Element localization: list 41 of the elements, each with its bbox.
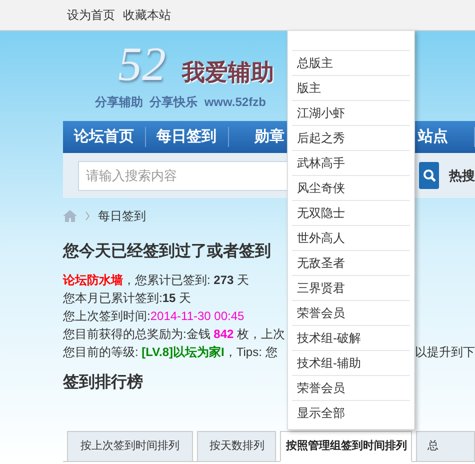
top-link[interactable]: 设为首页 bbox=[67, 6, 115, 24]
logo-number: 52 bbox=[118, 43, 166, 87]
menu-item[interactable]: 三界贤君 bbox=[292, 275, 410, 300]
menu-item[interactable]: 荣誉会员 bbox=[292, 300, 410, 325]
menu-item[interactable]: 技术组-辅助 bbox=[292, 350, 410, 375]
nav-link[interactable]: 站点 bbox=[418, 126, 448, 148]
stat-line-tail: 以提升到下 bbox=[415, 344, 475, 361]
hot-search-label: 热搜 bbox=[449, 166, 475, 185]
stat-line: 论坛防水墙，您累计已签到: 273 天 bbox=[63, 272, 250, 289]
logo-slogan: 分享辅助 分享快乐 www.52fzb bbox=[95, 94, 267, 111]
status-heading: 您今天已经签到过了或者签到 bbox=[63, 242, 271, 262]
menu-item[interactable]: 技术组-破解 bbox=[292, 325, 410, 350]
stat-line: 您目前获得的总奖励为:金钱 842 枚，上次 bbox=[63, 326, 286, 343]
nav-link[interactable]: 每日签到 bbox=[156, 126, 217, 148]
menu-item[interactable]: 江湖小虾 bbox=[292, 100, 410, 125]
menu-item[interactable]: 显示全部 bbox=[292, 400, 410, 425]
logo-title: 我爱辅助 bbox=[182, 58, 274, 87]
search-button[interactable] bbox=[419, 162, 439, 189]
search-icon bbox=[422, 169, 436, 182]
breadcrumb-current[interactable]: 每日签到 bbox=[98, 207, 146, 225]
nav-link[interactable]: 论坛首页 bbox=[74, 126, 134, 148]
nav-link[interactable]: 勋章 bbox=[254, 126, 284, 148]
menu-item[interactable]: 后起之秀 bbox=[292, 125, 410, 150]
sort-tab[interactable]: 总 bbox=[416, 431, 475, 462]
sort-tab[interactable]: 按上次签到时间排列 bbox=[67, 431, 194, 462]
menu-item[interactable]: 世外高人 bbox=[292, 225, 410, 250]
stat-line: 您目前的等级: [LV.8]以坛为家I，Tips: 您 bbox=[63, 344, 278, 361]
menu-item[interactable]: 风尘奇侠 bbox=[292, 175, 410, 200]
stat-line: 您本月已累计签到:15 天 bbox=[63, 290, 192, 307]
menu-item[interactable]: 武林高手 bbox=[292, 150, 410, 175]
sort-tab[interactable]: 按照管理组签到时间排列 bbox=[280, 431, 412, 462]
menu-item[interactable]: 无敌圣者 bbox=[292, 250, 410, 275]
menu-item[interactable]: 版主 bbox=[292, 75, 410, 100]
chevron-icon bbox=[85, 211, 90, 221]
menu-item[interactable]: 总版主 bbox=[292, 50, 410, 75]
menu-item[interactable]: 荣誉会员 bbox=[292, 375, 410, 400]
top-link[interactable]: 收藏本站 bbox=[123, 6, 171, 24]
ranking-title: 签到排行榜 bbox=[63, 372, 143, 393]
menu-item[interactable]: 无双隐士 bbox=[292, 200, 410, 225]
stat-line: 您上次签到时间:2014-11-30 00:45 bbox=[63, 308, 246, 325]
sort-tab[interactable]: 按天数排列 bbox=[197, 431, 276, 462]
